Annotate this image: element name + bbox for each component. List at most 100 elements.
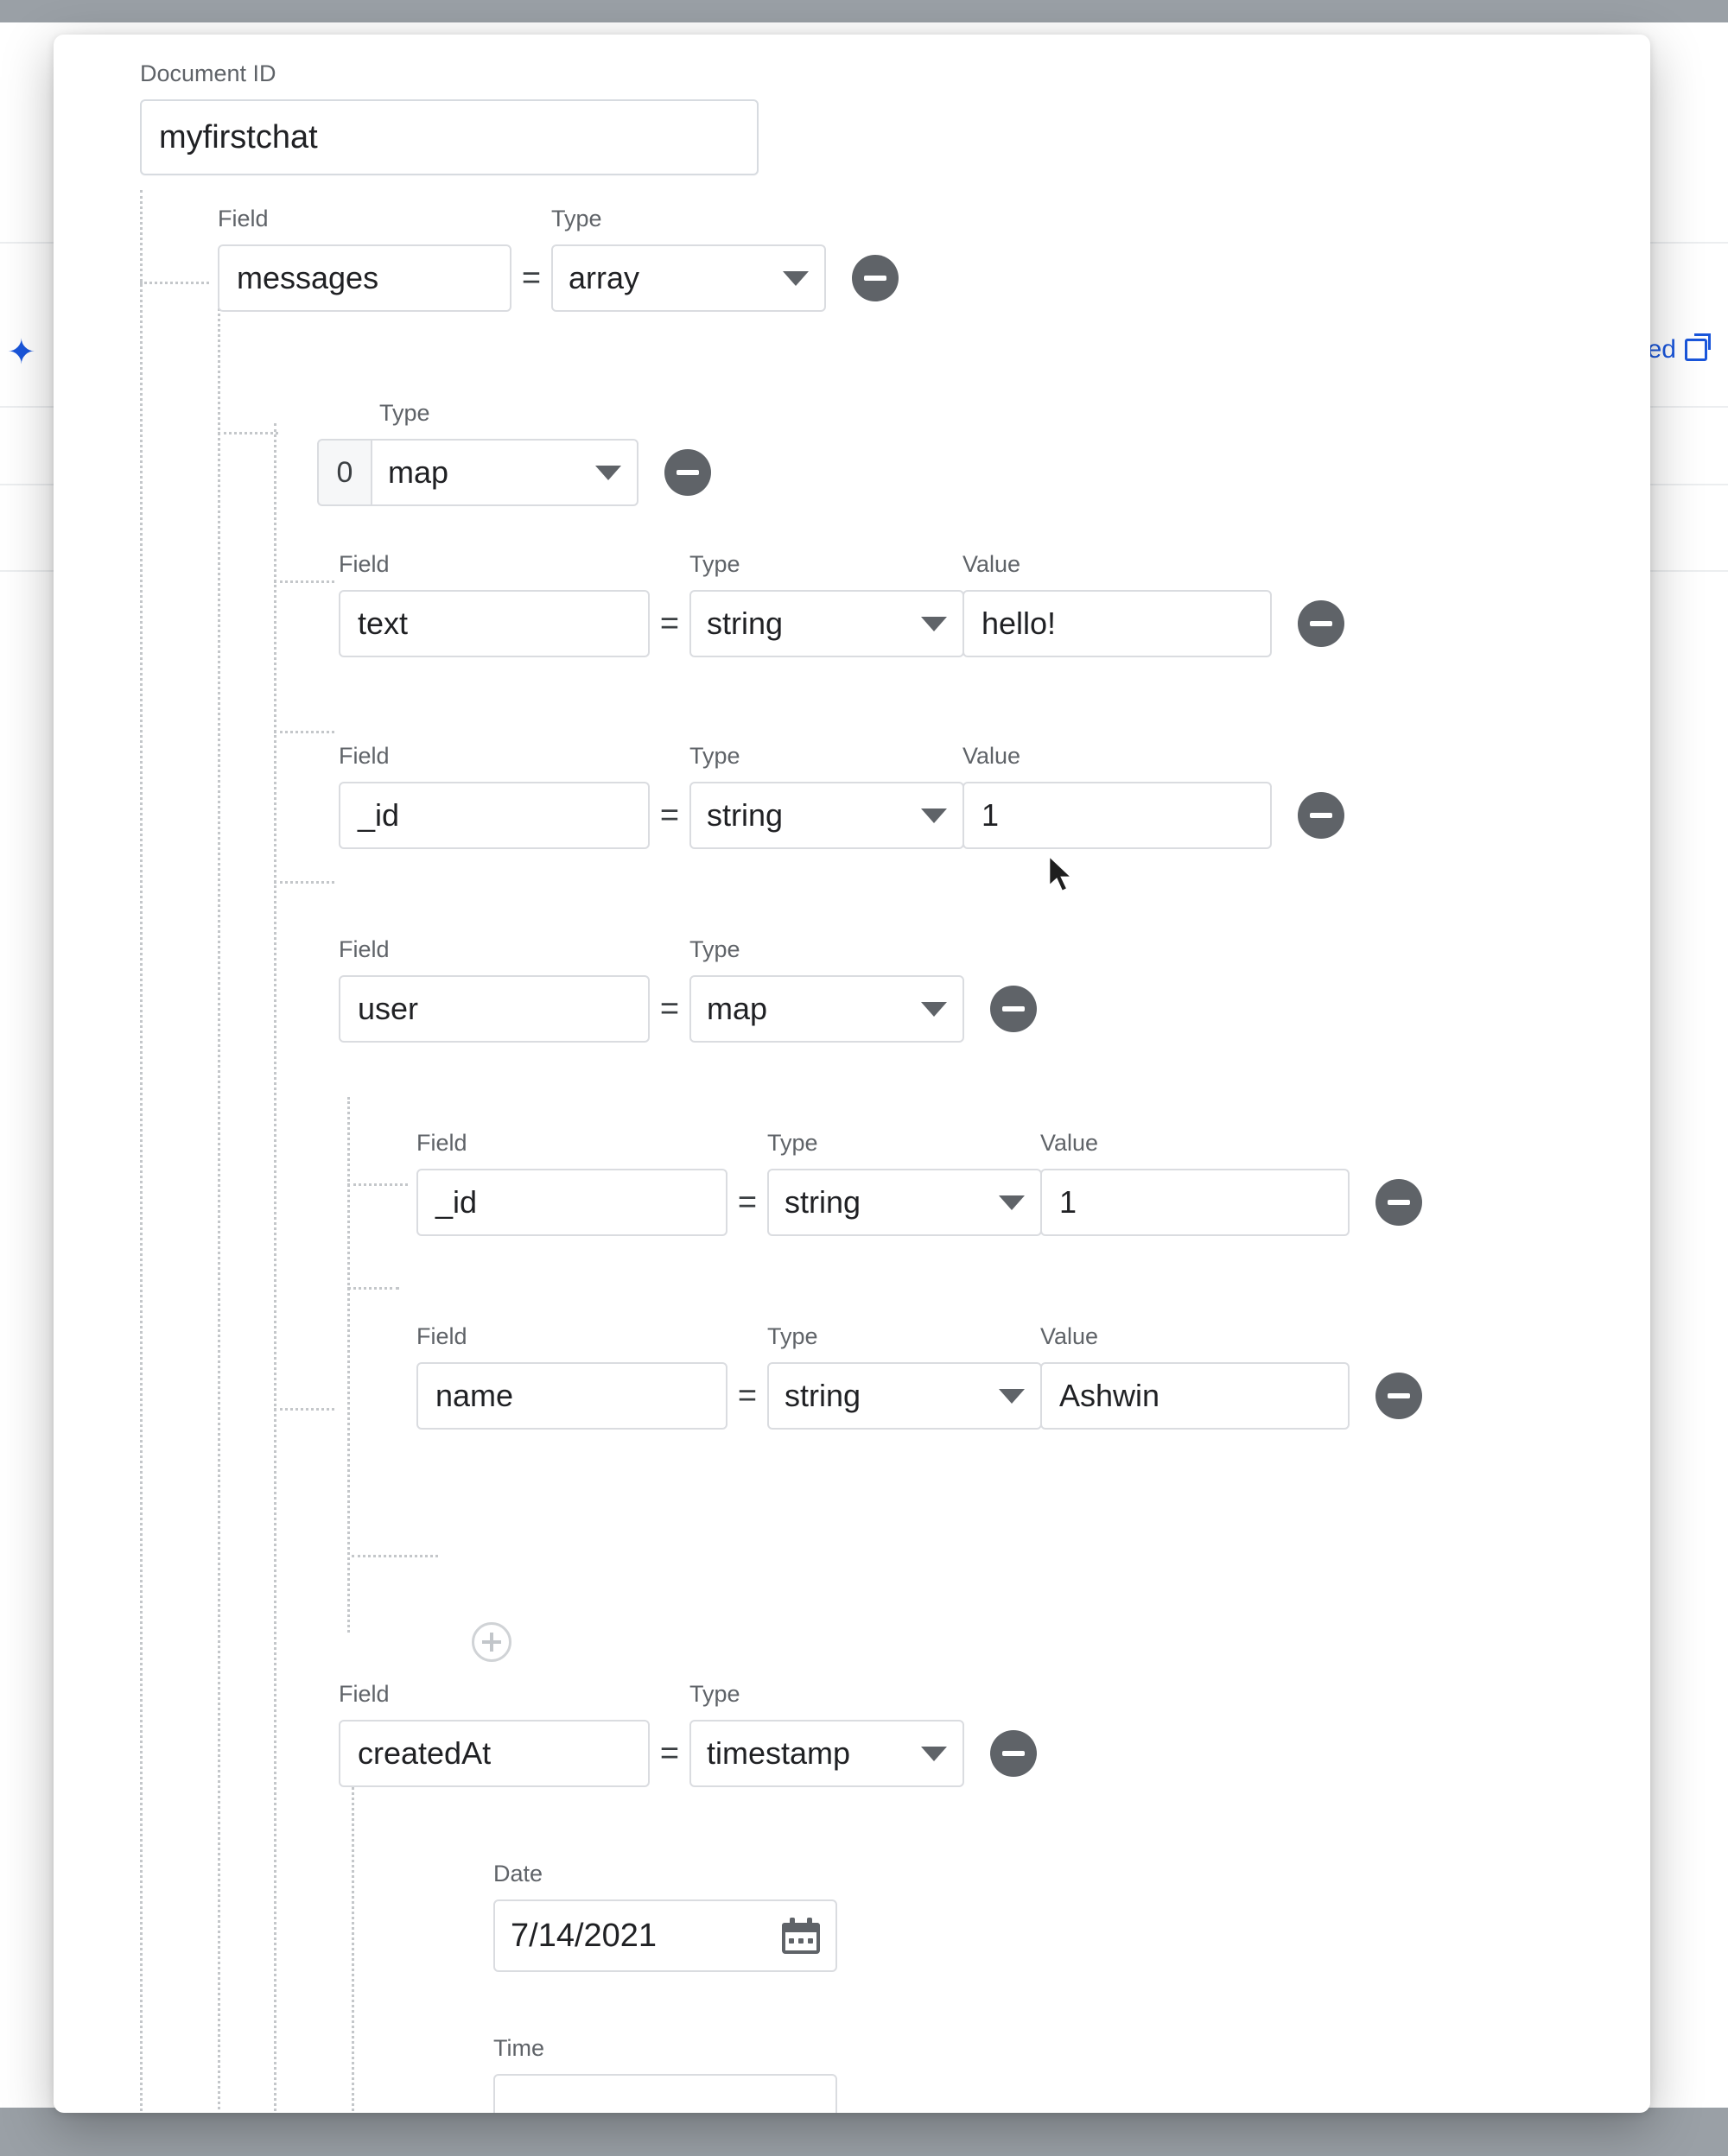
type-select-value: string xyxy=(785,1378,861,1413)
chevron-down-icon xyxy=(783,270,809,286)
type-column: Type string xyxy=(689,553,964,657)
remove-field-button[interactable] xyxy=(1298,600,1344,647)
add-field-button[interactable] xyxy=(472,1622,511,1662)
date-input[interactable]: 7/14/2021 xyxy=(493,1899,837,1972)
remove-field-button[interactable] xyxy=(1375,1373,1422,1419)
field-label: Field xyxy=(339,1681,390,1707)
add-document-dialog: Document ID myfirstchat Field messages =… xyxy=(54,35,1650,2113)
value-column: Value Ashwin xyxy=(1040,1325,1350,1430)
equals-sign: = xyxy=(521,260,542,296)
type-select[interactable]: map xyxy=(371,439,638,506)
remove-field-button[interactable] xyxy=(664,449,711,496)
type-column: Type string xyxy=(767,1132,1042,1236)
type-select-value: string xyxy=(785,1184,861,1220)
backdrop-bottom-bar xyxy=(0,2108,1728,2156)
type-select[interactable]: timestamp xyxy=(689,1720,964,1787)
value-label: Value xyxy=(1040,1323,1099,1349)
date-input-value: 7/14/2021 xyxy=(511,1917,658,1954)
field-name-input[interactable]: name xyxy=(416,1362,727,1430)
tree-stub xyxy=(352,1555,438,1557)
field-row-messages: Field messages = Type array xyxy=(218,207,899,312)
field-name-input[interactable]: _id xyxy=(416,1169,727,1236)
field-label: Field xyxy=(339,551,390,577)
value-column: Value 1 xyxy=(962,745,1272,849)
type-select-value: timestamp xyxy=(707,1735,851,1771)
created-at-time-group: Time xyxy=(493,2037,837,2113)
field-label: Field xyxy=(416,1130,467,1156)
external-link-icon xyxy=(1685,333,1711,361)
type-select[interactable]: map xyxy=(689,975,964,1043)
type-select[interactable]: string xyxy=(689,782,964,849)
type-label: Type xyxy=(689,743,740,769)
type-column: Type string xyxy=(767,1325,1042,1430)
tree-guide-root xyxy=(140,190,143,2113)
equals-sign: = xyxy=(737,1184,758,1221)
field-name-input[interactable]: user xyxy=(339,975,650,1043)
type-label: Type xyxy=(379,400,430,426)
field-value-input[interactable]: 1 xyxy=(1040,1169,1350,1236)
type-column: Type 0 map xyxy=(317,402,638,506)
type-select-value: map xyxy=(707,991,768,1026)
calendar-icon[interactable] xyxy=(782,1918,820,1954)
time-input[interactable] xyxy=(493,2074,837,2113)
tree-stub xyxy=(274,731,334,733)
field-row-created-at: Field createdAt = Type timestamp xyxy=(339,1683,1037,1787)
type-label: Type xyxy=(767,1323,818,1349)
field-row-user: Field user = Type map xyxy=(339,938,1037,1043)
tree-stub xyxy=(274,881,334,884)
chevron-down-icon xyxy=(921,616,947,631)
value-label: Value xyxy=(962,551,1021,577)
field-row-text: Field text = Type string Value hello! xyxy=(339,553,1344,657)
time-label: Time xyxy=(493,2035,544,2061)
tree-stub xyxy=(347,1287,399,1290)
value-label: Value xyxy=(1040,1130,1099,1156)
field-row-msg-id: Field _id = Type string Value 1 xyxy=(339,745,1344,849)
field-name-input[interactable]: text xyxy=(339,590,650,657)
tree-guide-level1 xyxy=(218,276,220,2113)
field-column: Field messages xyxy=(218,207,511,312)
backdrop-top-bar xyxy=(0,0,1728,22)
tree-guide-level2 xyxy=(274,423,276,2113)
type-label: Type xyxy=(689,1681,740,1707)
equals-sign: = xyxy=(659,991,680,1027)
remove-field-button[interactable] xyxy=(990,986,1037,1032)
field-value-input[interactable]: 1 xyxy=(962,782,1272,849)
document-id-label: Document ID xyxy=(140,60,276,86)
tree-stub xyxy=(274,580,334,583)
field-name-input[interactable]: _id xyxy=(339,782,650,849)
remove-field-button[interactable] xyxy=(1298,792,1344,839)
type-column: Type map xyxy=(689,938,964,1043)
field-column: Field name xyxy=(416,1325,727,1430)
type-select[interactable]: string xyxy=(689,590,964,657)
field-value-input[interactable]: Ashwin xyxy=(1040,1362,1350,1430)
equals-sign: = xyxy=(659,797,680,834)
tree-stub xyxy=(274,1408,334,1411)
remove-field-button[interactable] xyxy=(1375,1179,1422,1226)
equals-sign: = xyxy=(737,1378,758,1414)
type-column: Type timestamp xyxy=(689,1683,964,1787)
equals-sign: = xyxy=(659,606,680,642)
type-select[interactable]: array xyxy=(551,244,826,312)
array-item-row-0: Type 0 map xyxy=(317,402,711,506)
field-name-input[interactable]: messages xyxy=(218,244,511,312)
backdrop-external-link[interactable]: ed xyxy=(1648,333,1711,363)
remove-field-button[interactable] xyxy=(990,1730,1037,1777)
type-select-value: string xyxy=(707,797,784,833)
created-at-date-group: Date 7/14/2021 xyxy=(493,1862,837,1972)
remove-field-button[interactable] xyxy=(852,255,899,301)
date-label: Date xyxy=(493,1861,543,1886)
field-column: Field _id xyxy=(416,1132,727,1236)
type-select[interactable]: string xyxy=(767,1362,1042,1430)
field-row-user-id: Field _id = Type string Value 1 xyxy=(416,1132,1422,1236)
field-name-input[interactable]: createdAt xyxy=(339,1720,650,1787)
field-value-input[interactable]: hello! xyxy=(962,590,1272,657)
field-label: Field xyxy=(416,1323,467,1349)
field-label: Field xyxy=(339,936,390,962)
value-label: Value xyxy=(962,743,1021,769)
field-column: Field user xyxy=(339,938,650,1043)
array-index-label: 0 xyxy=(317,439,371,506)
document-id-input[interactable]: myfirstchat xyxy=(140,99,759,175)
type-select-value: string xyxy=(707,606,784,641)
tree-stub xyxy=(218,432,278,434)
type-select[interactable]: string xyxy=(767,1169,1042,1236)
